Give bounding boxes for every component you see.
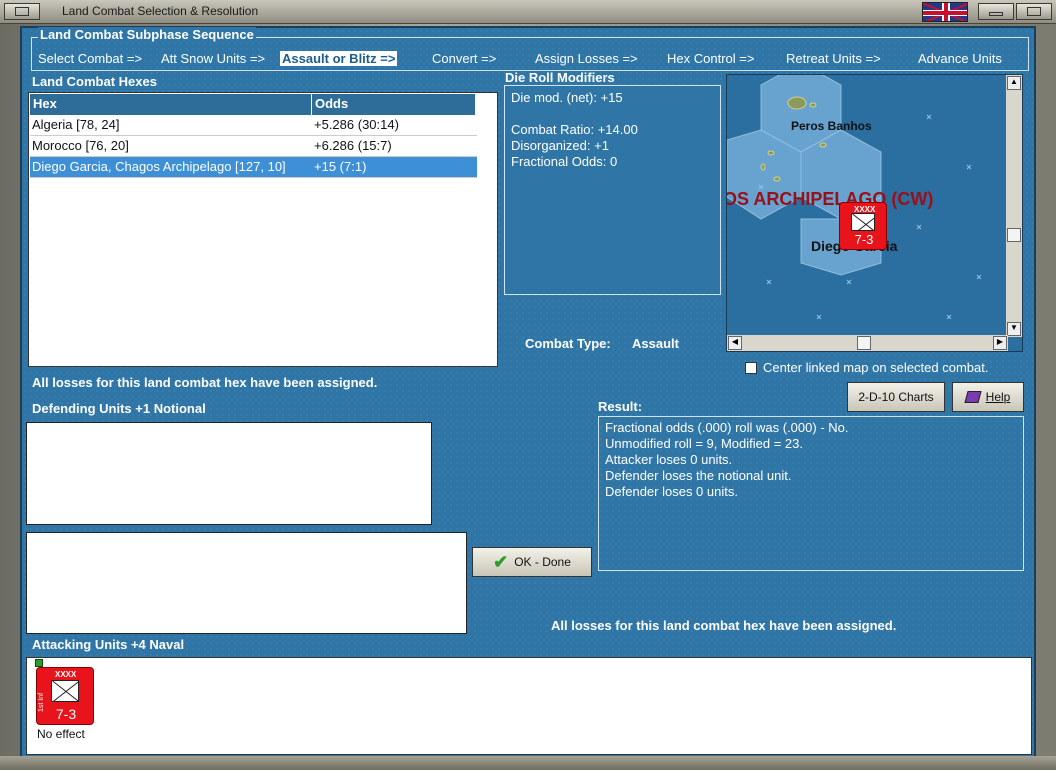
hex-cell: Morocco [76, 20] xyxy=(32,138,129,153)
maximize-button[interactable] xyxy=(1016,3,1052,20)
uk-flag-icon xyxy=(922,2,968,22)
notional-units-list[interactable] xyxy=(26,532,467,634)
result-line: Defender loses the notional unit. xyxy=(605,468,792,483)
attacking-units-list[interactable]: XXXX 1st Inf 7-3 No effect xyxy=(26,657,1032,755)
window-title: Land Combat Selection & Resolution xyxy=(62,4,259,18)
defending-units-list[interactable] xyxy=(26,422,432,525)
subphase-convert[interactable]: Convert => xyxy=(432,51,496,66)
attacking-unit-counter[interactable]: XXXX 1st Inf 7-3 xyxy=(36,667,94,725)
defending-heading: Defending Units +1 Notional xyxy=(32,401,206,416)
subphase-title: Land Combat Subphase Sequence xyxy=(38,27,256,42)
center-map-label[interactable]: Center linked map on selected combat. xyxy=(763,360,988,375)
scroll-up-icon[interactable]: ▲ xyxy=(1007,76,1021,90)
charts-button[interactable]: 2-D-10 Charts xyxy=(847,382,945,412)
attacking-unit-size: XXXX xyxy=(55,670,77,679)
checkmark-icon: ✔ xyxy=(493,551,509,572)
die-roll-modifiers: Die mod. (net): +15 Combat Ratio: +14.00… xyxy=(504,85,721,295)
window: Land Combat Selection & Resolution Land … xyxy=(0,0,1056,770)
system-menu-button[interactable] xyxy=(4,3,40,20)
hex-cell: Algeria [78, 24] xyxy=(32,117,120,132)
selection-marker-icon xyxy=(35,659,43,667)
column-header-hex[interactable]: Hex xyxy=(30,94,312,115)
book-icon xyxy=(964,391,982,403)
help-button-label: Help xyxy=(985,390,1011,404)
hexes-table: Hex Odds Algeria [78, 24] +5.286 (30:14)… xyxy=(28,92,498,367)
odds-cell: +5.286 (30:14) xyxy=(314,117,399,132)
column-header-odds[interactable]: Odds xyxy=(312,94,476,115)
maximize-icon xyxy=(1027,7,1041,16)
combat-ratio: Combat Ratio: +14.00 xyxy=(511,122,638,137)
map-label-peros-banhos: Peros Banhos xyxy=(791,119,872,133)
minimize-icon xyxy=(989,12,1003,16)
infantry-symbol-icon xyxy=(851,213,875,231)
vertical-scroll-thumb[interactable] xyxy=(1007,228,1021,242)
linked-map[interactable]: Peros Banhos OS ARCHIPELAGO (CW) Diego G… xyxy=(726,74,1023,352)
result-line: Defender loses 0 units. xyxy=(605,484,738,499)
odds-cell: +6.286 (15:7) xyxy=(314,138,392,153)
die-roll-heading: Die Roll Modifiers xyxy=(505,70,615,85)
result-line: Attacker loses 0 units. xyxy=(605,452,733,467)
attacking-unit-result: No effect xyxy=(37,727,85,741)
subphase-assault-or-blitz[interactable]: Assault or Blitz => xyxy=(280,51,398,66)
die-blank-line xyxy=(511,106,714,122)
scroll-right-icon[interactable]: ▶ xyxy=(993,336,1007,350)
ok-done-label: OK - Done xyxy=(514,555,571,569)
ok-done-button[interactable]: ✔ OK - Done xyxy=(472,547,592,577)
window-bottom-border xyxy=(0,756,1056,770)
map-horizontal-scrollbar[interactable]: ◀ ▶ xyxy=(727,335,1008,351)
help-button[interactable]: Help xyxy=(952,382,1024,412)
title-bar[interactable]: Land Combat Selection & Resolution xyxy=(0,0,1056,24)
hexes-heading: Land Combat Hexes xyxy=(32,74,157,89)
subphase-sequence: Land Combat Subphase Sequence Select Com… xyxy=(31,27,1029,71)
map-unit-counter[interactable]: XXXX 7-3 xyxy=(839,202,887,250)
subphase-assign-losses[interactable]: Assign Losses => xyxy=(535,51,638,66)
center-map-checkbox[interactable] xyxy=(745,362,757,374)
hex-cell: Diego Garcia, Chagos Archipelago [127, 1… xyxy=(32,159,286,174)
result-line: Fractional odds (.000) roll was (.000) -… xyxy=(605,420,849,435)
attacking-heading: Attacking Units +4 Naval xyxy=(32,637,185,652)
result-heading: Result: xyxy=(598,399,643,414)
subphase-retreat-units[interactable]: Retreat Units => xyxy=(786,51,881,66)
horizontal-scroll-thumb[interactable] xyxy=(857,336,871,350)
combat-type-value: Assault xyxy=(632,336,679,351)
subphase-hex-control[interactable]: Hex Control => xyxy=(667,51,754,66)
status-losses-top: All losses for this land combat hex have… xyxy=(32,375,378,390)
map-label-archipelago: OS ARCHIPELAGO (CW) xyxy=(726,189,934,209)
disorganized: Disorganized: +1 xyxy=(511,138,609,153)
subphase-att-snow-units[interactable]: Att Snow Units => xyxy=(161,51,265,66)
window-icon xyxy=(15,7,29,16)
status-losses-bottom: All losses for this land combat hex have… xyxy=(551,618,897,633)
infantry-symbol-icon xyxy=(51,680,79,702)
result-line: Unmodified roll = 9, Modified = 23. xyxy=(605,436,803,451)
table-row[interactable]: Algeria [78, 24] +5.286 (30:14) xyxy=(30,115,477,136)
subphase-select-combat[interactable]: Select Combat => xyxy=(38,51,142,66)
die-mod-net: Die mod. (net): +15 xyxy=(511,90,623,105)
map-vertical-scrollbar[interactable]: ▲ ▼ xyxy=(1006,75,1022,337)
scroll-down-icon[interactable]: ▼ xyxy=(1007,322,1021,336)
map-unit-strength: 7-3 xyxy=(854,232,874,247)
table-row[interactable]: Morocco [76, 20] +6.286 (15:7) xyxy=(30,136,477,157)
subphase-advance-units[interactable]: Advance Units xyxy=(918,51,1002,66)
combat-type-label: Combat Type: xyxy=(525,336,611,351)
table-row-selected[interactable]: Diego Garcia, Chagos Archipelago [127, 1… xyxy=(30,157,477,178)
scroll-left-icon[interactable]: ◀ xyxy=(728,336,742,350)
fractional-odds: Fractional Odds: 0 xyxy=(511,154,618,169)
charts-button-label: 2-D-10 Charts xyxy=(858,390,934,404)
odds-cell: +15 (7:1) xyxy=(314,159,367,174)
minimize-button[interactable] xyxy=(978,3,1014,20)
result-box: Fractional odds (.000) roll was (.000) -… xyxy=(598,416,1024,571)
attacking-unit-strength: 7-3 xyxy=(55,706,77,722)
